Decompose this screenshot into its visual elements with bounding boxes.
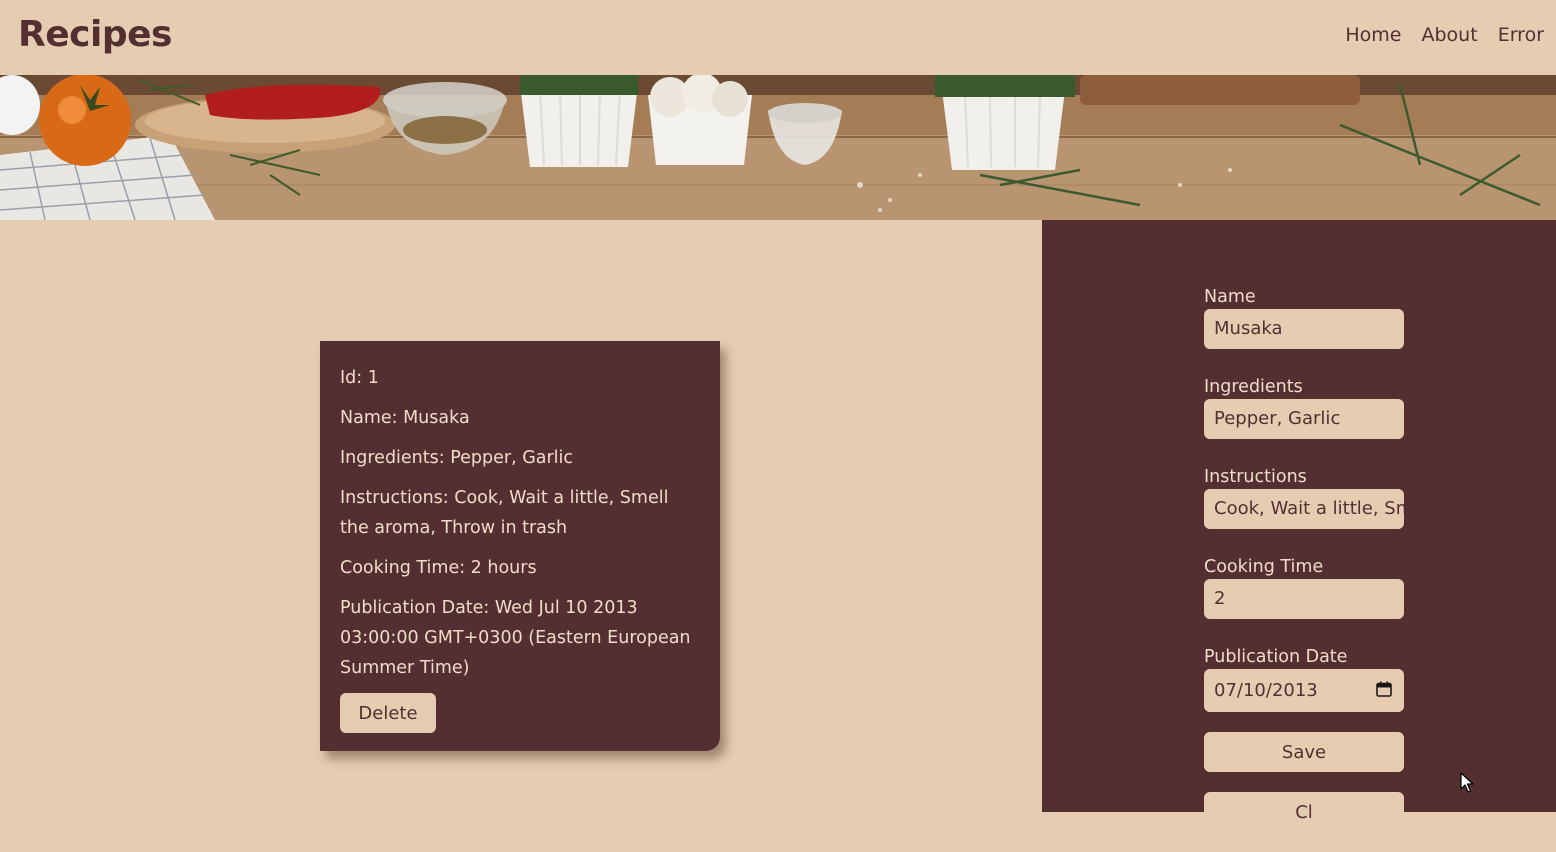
name-label: Name [1204, 287, 1256, 307]
publication-date-field[interactable]: 07/10/2013 [1204, 669, 1404, 712]
site-header: Recipes Home About Error [0, 0, 1556, 75]
publication-date-value: 07/10/2013 [1214, 680, 1318, 701]
recipe-card: Id: 1 Name: Musaka Ingredients: Pepper, … [320, 341, 720, 751]
cooking-time-field[interactable]: 2 [1204, 579, 1404, 619]
site-brand[interactable]: Recipes [18, 14, 172, 55]
name-field[interactable]: Musaka [1204, 309, 1404, 349]
instructions-field[interactable]: Cook, Wait a little, Sm [1204, 489, 1404, 529]
nav-link-home[interactable]: Home [1345, 24, 1401, 46]
main-nav: Home About Error [1345, 24, 1544, 46]
mouse-pointer-icon [1460, 772, 1474, 793]
clear-button[interactable]: Cl [1204, 792, 1404, 832]
recipe-cooking-time: Cooking Time: 2 hours [340, 558, 537, 578]
kitchen-banner-image [0, 75, 1556, 220]
ingredients-field[interactable]: Pepper, Garlic [1204, 399, 1404, 439]
cooking-time-label: Cooking Time [1204, 557, 1324, 577]
recipe-ingredients: Ingredients: Pepper, Garlic [340, 448, 574, 468]
ingredients-label: Ingredients [1204, 377, 1303, 397]
save-button[interactable]: Save [1204, 732, 1404, 772]
nav-link-about[interactable]: About [1422, 24, 1478, 46]
recipe-form: Name Musaka Ingredients Pepper, Garlic I… [1204, 286, 1404, 852]
recipe-name: Name: Musaka [340, 408, 470, 428]
recipe-id: Id: 1 [340, 368, 379, 388]
nav-link-error[interactable]: Error [1498, 24, 1544, 46]
recipe-publication-date: Publication Date: Wed Jul 10 2013 03:00:… [340, 598, 691, 678]
recipe-instructions: Instructions: Cook, Wait a little, Smell… [340, 488, 669, 538]
instructions-label: Instructions [1204, 467, 1307, 487]
calendar-icon[interactable] [1376, 681, 1392, 697]
delete-button[interactable]: Delete [340, 693, 436, 733]
publication-date-label: Publication Date [1204, 647, 1348, 667]
recipe-form-panel: Name Musaka Ingredients Pepper, Garlic I… [1042, 220, 1556, 832]
